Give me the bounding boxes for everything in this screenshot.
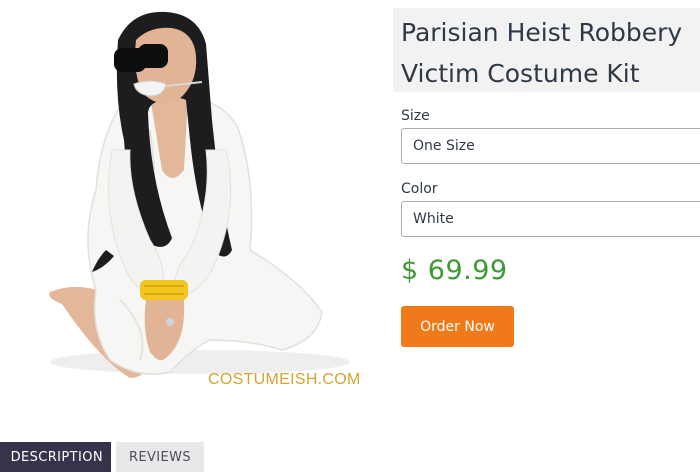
size-select-value: One Size xyxy=(413,138,475,154)
product-title-line-1: Parisian Heist Robbery xyxy=(401,18,683,47)
product-photo xyxy=(49,11,350,378)
order-now-button[interactable]: Order Now xyxy=(401,306,514,347)
product-image: COSTUMEISH.COM xyxy=(0,0,392,412)
size-label: Size xyxy=(401,108,430,124)
product-price: $ 69.99 xyxy=(401,255,508,286)
tab-description[interactable]: DESCRIPTION xyxy=(0,442,111,472)
product-title: Parisian Heist Robbery Victim Costume Ki… xyxy=(401,12,700,94)
color-select-value: White xyxy=(413,211,454,227)
tab-reviews[interactable]: REVIEWS xyxy=(116,442,204,472)
size-select[interactable]: One Size xyxy=(401,128,700,164)
watermark-text: COSTUMEISH.COM xyxy=(208,371,361,388)
color-select[interactable]: White xyxy=(401,201,700,237)
color-label: Color xyxy=(401,181,438,197)
product-title-line-2: Victim Costume Kit xyxy=(401,59,640,88)
